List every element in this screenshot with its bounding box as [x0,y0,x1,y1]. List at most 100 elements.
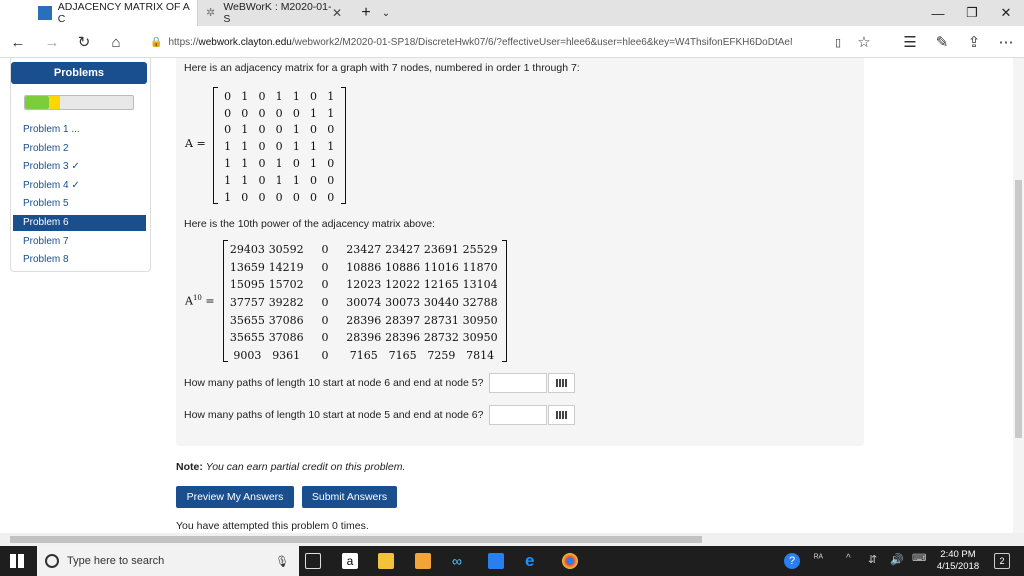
chrome-icon[interactable] [562,553,578,569]
power-matrix-cell: 0 [321,243,329,257]
power-matrix-cell: 11016 [423,260,459,274]
adjacency-matrix-cell: 1 [310,157,318,171]
preview-answers-button[interactable]: Preview My Answers [176,486,294,508]
edge-icon[interactable]: e [525,552,541,569]
power-matrix-cell: 37086 [268,313,304,327]
adjacency-matrix-cell: 1 [224,190,232,204]
power-matrix-cell: 0 [321,331,329,345]
refresh-button[interactable]: ↻ [72,31,96,53]
amazon-icon[interactable]: a [342,553,358,569]
sidebar-problem-item[interactable]: Problem 1 ... [13,122,146,138]
tab-webwork[interactable]: ✲ WeBWorK : M2020-01-S ✕ [198,0,350,26]
adjacency-matrix-cell: 1 [292,89,300,103]
share-icon[interactable]: ⇪ [962,31,986,53]
power-matrix-cell: 35655 [229,331,265,345]
file-explorer-icon[interactable] [378,553,394,569]
power-matrix-cell: 29403 [229,243,265,257]
adjacency-matrix-cell: 1 [241,140,249,154]
clock-date: 4/15/2018 [936,561,980,572]
progress-correct [25,96,49,109]
keyboard-icon[interactable]: ⌨ [912,553,928,569]
tab-title: WeBWorK : M2020-01-S [223,1,332,25]
sidebar-problem-item[interactable]: Problem 4 ✓ [13,178,146,194]
note: Note: You can earn partial credit on thi… [176,461,405,473]
matrix-bracket-left [213,87,218,204]
windows-start-icon[interactable] [10,554,24,568]
notification-count: 2 [999,556,1005,566]
power-matrix-cell: 0 [321,348,329,362]
reading-view-icon[interactable]: ▯ [826,31,850,53]
help-icon[interactable]: ? [784,553,800,569]
sidebar-problem-item[interactable]: Problem 3 ✓ [13,159,146,175]
adjacency-matrix-cell: 0 [310,173,318,187]
pen-icon[interactable]: ✎ [930,31,954,53]
power-matrix-cell: 30073 [385,296,421,310]
scroll-thumb[interactable] [1015,180,1022,438]
power-intro: Here is the 10th power of the adjacency … [184,218,435,230]
favorites-hub-icon[interactable]: ☰ [898,31,922,53]
power-matrix-cell: 12023 [346,278,382,292]
power-matrix-cell: 35655 [229,313,265,327]
network-icon[interactable]: ⇵ [868,553,884,569]
infinity-app-icon[interactable]: ∞ [452,553,468,569]
adjacency-matrix-row: 1101010 [219,155,339,172]
power-matrix-cell: 28732 [423,331,459,345]
dropbox-icon[interactable] [488,553,504,569]
more-icon[interactable]: ⋯ [994,31,1018,53]
tab-adjacency[interactable]: ADJACENCY MATRIX OF A C [0,0,198,26]
adjacency-matrix-row: 0000011 [219,105,339,122]
adjacency-matrix-cell: 1 [327,140,335,154]
power-matrix-cell: 11870 [462,260,498,274]
power-matrix-cell: 23427 [346,243,382,257]
vertical-scrollbar[interactable] [1013,58,1024,533]
chevron-down-icon[interactable]: ⌄ [376,0,396,26]
power-matrix-cell: 15702 [268,278,304,292]
favorite-star-icon[interactable]: ☆ [852,31,876,53]
close-window-button[interactable]: ✕ [986,0,1024,26]
sidebar-problem-item[interactable]: Problem 8 [13,252,146,268]
notifications-icon[interactable]: 2 [994,553,1010,569]
power-matrix-cell: 7814 [466,348,495,362]
equation-editor-button[interactable] [548,373,575,393]
back-button[interactable]: ← [6,31,30,53]
equation-editor-button[interactable] [548,405,575,425]
adjacency-matrix-cell: 1 [327,106,335,120]
taskbar: Type here to search 🎙 a ∞ e ? ᴿᴬ ^ ⇵ 🔊 ⌨… [0,546,1024,576]
home-button[interactable]: ⌂ [104,31,128,53]
submit-answers-button[interactable]: Submit Answers [302,486,397,508]
power-matrix-cell: 23427 [385,243,421,257]
power-matrix-row: 9003 9361 0 7165 7165 7259 7814 [228,347,500,365]
volume-icon[interactable]: 🔊 [890,553,906,569]
answer-2-input[interactable] [489,405,547,425]
adjacency-matrix-row: 0100100 [219,122,339,139]
url-field[interactable]: 🔒 https://webwork.clayton.edu/webwork2/M… [150,31,870,53]
scroll-thumb[interactable] [10,536,702,543]
store-icon[interactable] [415,553,431,569]
search-placeholder: Type here to search [67,555,165,567]
people-icon[interactable]: ᴿᴬ [814,553,830,569]
adjacency-matrix-cell: 1 [310,106,318,120]
horizontal-scrollbar[interactable] [0,533,1024,546]
adjacency-matrix-cell: 0 [258,140,266,154]
answer-1-input[interactable] [489,373,547,393]
clock[interactable]: 2:40 PM 4/15/2018 [930,549,986,573]
adjacency-matrix-cell: 1 [275,173,283,187]
adjacency-matrix-cell: 1 [327,89,335,103]
taskbar-search[interactable]: Type here to search 🎙 [37,546,299,576]
clock-time: 2:40 PM [940,549,976,560]
chevron-up-icon[interactable]: ^ [846,553,862,569]
adjacency-matrix-row: 0101101 [219,88,339,105]
forward-button[interactable]: → [40,31,64,53]
sidebar-problem-item[interactable]: Problem 5 [13,196,146,212]
sidebar-problem-item[interactable]: Problem 7 [13,234,146,250]
adjacency-matrix-cell: 1 [275,157,283,171]
microphone-icon[interactable]: 🎙 [275,555,289,568]
address-bar: ← → ↻ ⌂ 🔒 https://webwork.clayton.edu/we… [0,26,1024,58]
task-view-icon[interactable] [305,553,321,569]
power-matrix-cell: 39282 [268,296,304,310]
close-icon[interactable]: ✕ [332,6,342,20]
sidebar-problem-item[interactable]: Problem 6 [13,215,146,231]
sidebar-problem-item[interactable]: Problem 2 [13,141,146,157]
adjacency-matrix-cell: 0 [241,106,249,120]
power-matrix-cell: 28396 [346,331,382,345]
